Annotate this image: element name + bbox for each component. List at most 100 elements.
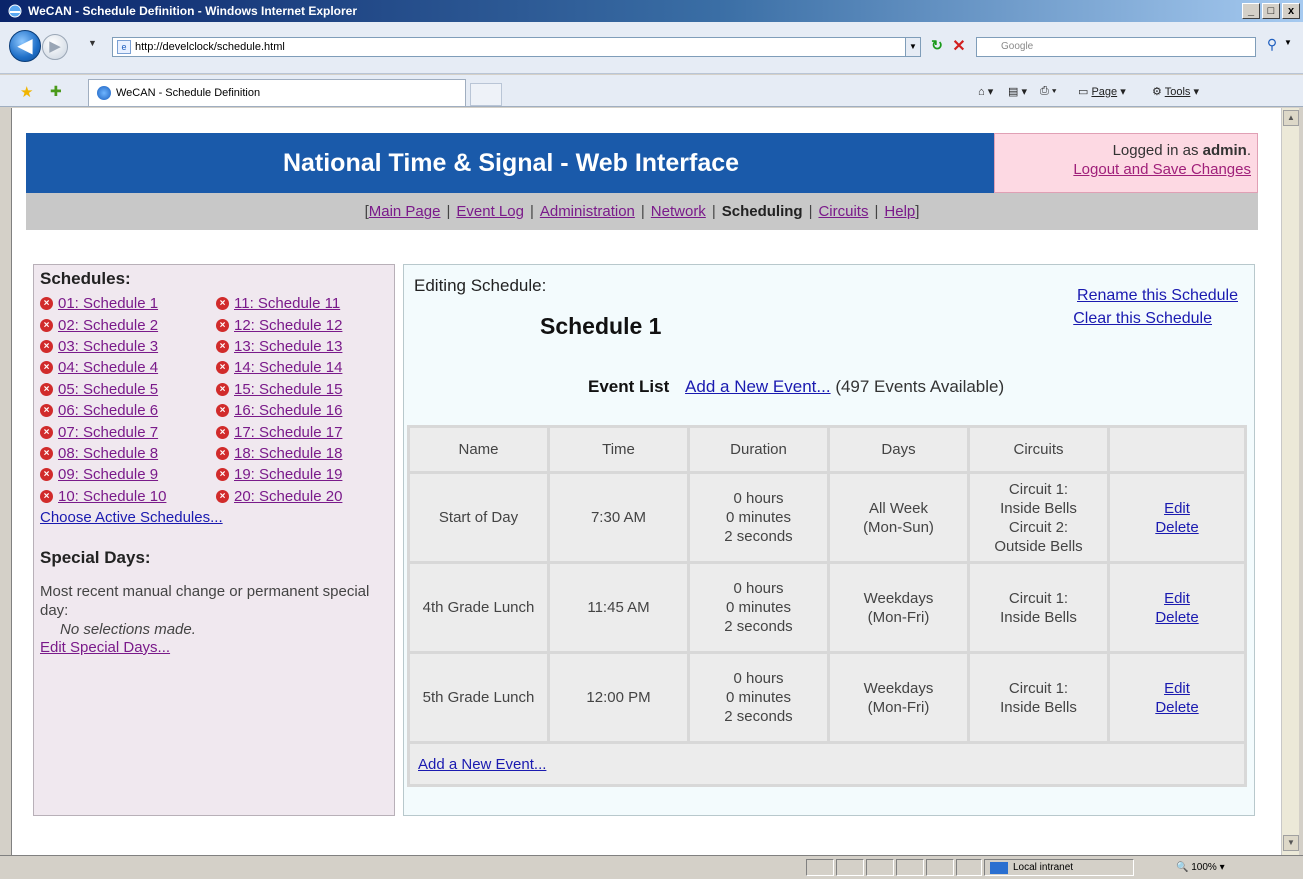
delete-schedule-icon[interactable]: × <box>40 489 53 503</box>
menu-main-page[interactable]: Main Page <box>369 203 441 220</box>
schedule-item[interactable]: × 11: Schedule 11 <box>216 293 392 314</box>
schedule-item[interactable]: × 06: Schedule 6 <box>40 400 216 421</box>
stop-icon[interactable]: ✕ <box>950 36 968 55</box>
schedule-link[interactable]: 14: Schedule 14 <box>234 359 342 376</box>
schedule-item[interactable]: × 20: Schedule 20 <box>216 486 392 507</box>
address-bar[interactable]: e http://develclock/schedule.html ▼ <box>112 37 921 57</box>
maximize-button[interactable]: □ <box>1262 3 1280 19</box>
delete-schedule-icon[interactable]: × <box>216 468 229 482</box>
schedule-item[interactable]: × 17: Schedule 17 <box>216 421 392 442</box>
edit-event-link[interactable]: Edit <box>1110 589 1244 608</box>
menu-network[interactable]: Network <box>651 203 706 220</box>
schedule-link[interactable]: 15: Schedule 15 <box>234 381 342 398</box>
delete-schedule-icon[interactable]: × <box>40 339 53 353</box>
delete-schedule-icon[interactable]: × <box>216 382 229 396</box>
delete-schedule-icon[interactable]: × <box>40 382 53 396</box>
delete-schedule-icon[interactable]: × <box>40 468 53 482</box>
scroll-up-icon[interactable]: ▲ <box>1283 110 1299 126</box>
feeds-icon[interactable]: ▤ ▾ <box>1008 85 1027 98</box>
schedule-link[interactable]: 13: Schedule 13 <box>234 338 342 355</box>
refresh-icon[interactable]: ↻ <box>928 37 946 55</box>
schedule-link[interactable]: 12: Schedule 12 <box>234 317 342 334</box>
delete-schedule-icon[interactable]: × <box>40 318 53 332</box>
delete-schedule-icon[interactable]: × <box>216 404 229 418</box>
menu-circuits[interactable]: Circuits <box>818 203 868 220</box>
delete-schedule-icon[interactable]: × <box>40 425 53 439</box>
schedule-item[interactable]: × 04: Schedule 4 <box>40 357 216 378</box>
schedule-link[interactable]: 18: Schedule 18 <box>234 445 342 462</box>
schedule-item[interactable]: × 18: Schedule 18 <box>216 443 392 464</box>
minimize-button[interactable]: _ <box>1242 3 1260 19</box>
delete-event-link[interactable]: Delete <box>1110 608 1244 627</box>
schedule-link[interactable]: 09: Schedule 9 <box>58 466 158 483</box>
zoom-level[interactable]: 🔍 100% ▾ <box>1176 862 1225 873</box>
menu-administration[interactable]: Administration <box>540 203 635 220</box>
add-event-link[interactable]: Add a New Event... <box>685 377 831 396</box>
schedule-item[interactable]: × 13: Schedule 13 <box>216 336 392 357</box>
history-dropdown-icon[interactable]: ▼ <box>88 38 97 48</box>
back-button[interactable]: ◀ <box>9 30 41 62</box>
schedule-link[interactable]: 02: Schedule 2 <box>58 317 158 334</box>
schedule-link[interactable]: 05: Schedule 5 <box>58 381 158 398</box>
home-icon[interactable]: ⌂ ▾ <box>978 85 993 98</box>
edit-event-link[interactable]: Edit <box>1110 679 1244 698</box>
schedule-item[interactable]: × 12: Schedule 12 <box>216 314 392 335</box>
tools-menu[interactable]: ⚙ Tools ▾ <box>1152 85 1199 98</box>
address-dropdown-icon[interactable]: ▼ <box>905 37 921 57</box>
rename-schedule-link[interactable]: Rename this Schedule <box>1077 287 1238 305</box>
schedule-link[interactable]: 06: Schedule 6 <box>58 402 158 419</box>
favorites-star-icon[interactable]: ★ <box>20 83 33 101</box>
page-menu[interactable]: ▭ Page ▾ <box>1078 85 1126 98</box>
schedule-link[interactable]: 08: Schedule 8 <box>58 445 158 462</box>
footer-add-event-link[interactable]: Add a New Event... <box>418 756 546 773</box>
delete-schedule-icon[interactable]: × <box>216 425 229 439</box>
schedule-link[interactable]: 03: Schedule 3 <box>58 338 158 355</box>
search-input[interactable]: Google <box>976 37 1256 57</box>
delete-event-link[interactable]: Delete <box>1110 518 1244 537</box>
schedule-item[interactable]: × 03: Schedule 3 <box>40 336 216 357</box>
schedule-item[interactable]: × 09: Schedule 9 <box>40 464 216 485</box>
schedule-link[interactable]: 19: Schedule 19 <box>234 466 342 483</box>
vertical-scrollbar[interactable]: ▲ ▼ <box>1281 108 1299 855</box>
menu-help[interactable]: Help <box>884 203 915 220</box>
schedule-item[interactable]: × 05: Schedule 5 <box>40 379 216 400</box>
schedule-link[interactable]: 01: Schedule 1 <box>58 295 158 312</box>
delete-event-link[interactable]: Delete <box>1110 698 1244 717</box>
schedule-link[interactable]: 10: Schedule 10 <box>58 488 166 505</box>
edit-event-link[interactable]: Edit <box>1110 499 1244 518</box>
schedule-item[interactable]: × 07: Schedule 7 <box>40 421 216 442</box>
schedule-item[interactable]: × 02: Schedule 2 <box>40 314 216 335</box>
schedule-item[interactable]: × 16: Schedule 16 <box>216 400 392 421</box>
schedule-link[interactable]: 16: Schedule 16 <box>234 402 342 419</box>
delete-schedule-icon[interactable]: × <box>216 297 229 311</box>
delete-schedule-icon[interactable]: × <box>216 489 229 503</box>
schedule-item[interactable]: × 01: Schedule 1 <box>40 293 216 314</box>
schedule-link[interactable]: 20: Schedule 20 <box>234 488 342 505</box>
search-icon[interactable]: ⚲ <box>1262 36 1282 56</box>
schedule-link[interactable]: 11: Schedule 11 <box>234 295 340 312</box>
scroll-down-icon[interactable]: ▼ <box>1283 835 1299 851</box>
clear-schedule-link[interactable]: Clear this Schedule <box>1073 310 1212 328</box>
delete-schedule-icon[interactable]: × <box>40 297 53 311</box>
logout-link[interactable]: Logout and Save Changes <box>995 161 1251 178</box>
close-button[interactable]: x <box>1282 3 1300 19</box>
schedule-item[interactable]: × 08: Schedule 8 <box>40 443 216 464</box>
print-icon[interactable]: ⎙ ▾ <box>1040 85 1056 98</box>
delete-schedule-icon[interactable]: × <box>216 318 229 332</box>
search-options-icon[interactable]: ▼ <box>1284 38 1292 47</box>
edit-special-days-link[interactable]: Edit Special Days... <box>40 639 170 656</box>
menu-event-log[interactable]: Event Log <box>456 203 524 220</box>
schedule-item[interactable]: × 15: Schedule 15 <box>216 379 392 400</box>
delete-schedule-icon[interactable]: × <box>216 361 229 375</box>
delete-schedule-icon[interactable]: × <box>40 361 53 375</box>
new-tab-button[interactable] <box>470 83 502 106</box>
tab-schedule-definition[interactable]: WeCAN - Schedule Definition <box>88 79 466 106</box>
choose-active-schedules-link[interactable]: Choose Active Schedules... <box>40 509 388 526</box>
schedule-link[interactable]: 04: Schedule 4 <box>58 359 158 376</box>
schedule-item[interactable]: × 14: Schedule 14 <box>216 357 392 378</box>
delete-schedule-icon[interactable]: × <box>216 339 229 353</box>
delete-schedule-icon[interactable]: × <box>216 446 229 460</box>
schedule-item[interactable]: × 19: Schedule 19 <box>216 464 392 485</box>
address-url[interactable]: http://develclock/schedule.html <box>135 41 285 53</box>
forward-button[interactable]: ▶ <box>42 34 68 60</box>
